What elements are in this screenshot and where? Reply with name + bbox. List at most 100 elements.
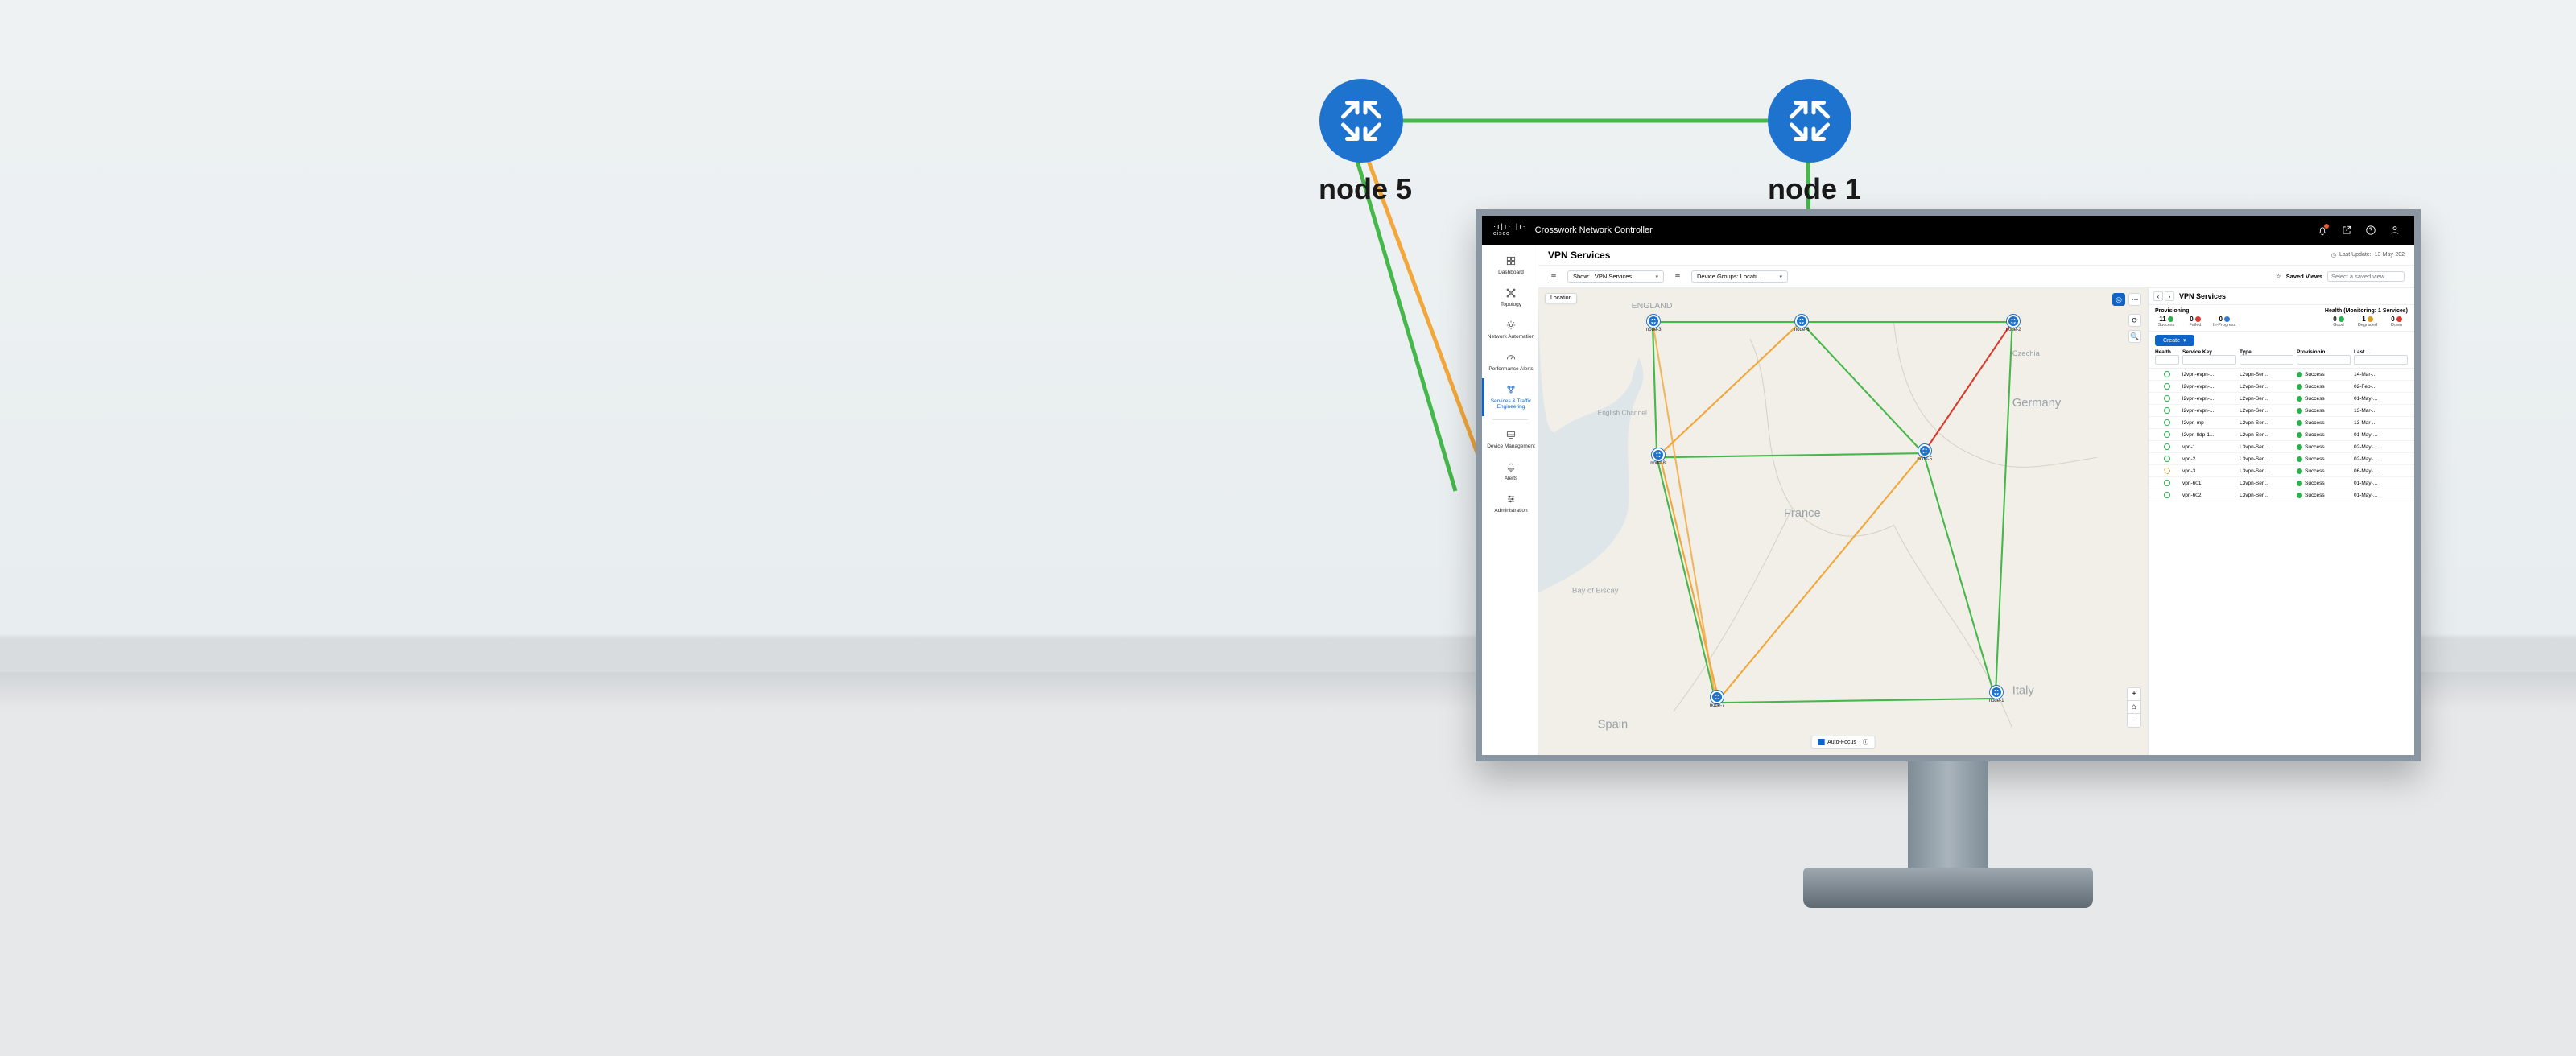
notifications-icon[interactable] xyxy=(2314,222,2330,238)
map-node-node-2[interactable]: node-2 xyxy=(2006,315,2021,332)
table-row[interactable]: l2vpn-evpn-...L2vpn-Ser...Success13-Mar-… xyxy=(2149,405,2414,417)
table-row[interactable]: l2vpn-mpL2vpn-Ser...Success13-Mar-... xyxy=(2149,417,2414,429)
chevron-down-icon xyxy=(1655,273,1658,280)
health-status-icon xyxy=(2164,468,2170,474)
table-filters xyxy=(2149,355,2414,369)
saved-views-input[interactable] xyxy=(2327,271,2405,282)
table-row[interactable]: l2vpn-evpn-...L2vpn-Ser...Success01-May-… xyxy=(2149,393,2414,405)
panel-expand-right-icon[interactable]: › xyxy=(2165,291,2174,301)
map-node-node-5[interactable]: node-5 xyxy=(1917,444,1932,462)
nav-alerts[interactable]: Alerts xyxy=(1482,456,1538,488)
table-row[interactable]: vpn-2L3vpn-Ser...Success02-May-... xyxy=(2149,453,2414,465)
left-nav-rail: Dashboard Topology Network Automation Pe… xyxy=(1482,245,1538,755)
show-select[interactable]: Show: VPN Services xyxy=(1567,270,1664,283)
table-row[interactable]: vpn-602L3vpn-Ser...Success01-May-... xyxy=(2149,489,2414,501)
table-row[interactable]: vpn-601L3vpn-Ser...Success01-May-... xyxy=(2149,477,2414,489)
create-button[interactable]: Create▾ xyxy=(2155,335,2194,346)
health-status-icon xyxy=(2164,407,2170,414)
brand-logo: ·ı|ı·ı|ı· cisco xyxy=(1493,223,1527,237)
nav-network-automation[interactable]: Network Automation xyxy=(1482,314,1538,346)
overlay-node-1-label: node 1 xyxy=(1768,172,1861,206)
filter-last[interactable] xyxy=(2354,355,2408,365)
router-icon xyxy=(1990,686,2003,699)
success-icon xyxy=(2297,493,2302,498)
filter-icon-2[interactable]: ☰ xyxy=(1672,271,1683,283)
chevron-down-icon: ▾ xyxy=(2183,337,2186,344)
help-icon[interactable] xyxy=(2363,222,2379,238)
table-row[interactable]: vpn-1L3vpn-Ser...Success02-May-... xyxy=(2149,441,2414,453)
dashboard-icon xyxy=(1505,254,1517,267)
toolbar: ☰ Show: VPN Services ☰ Device Groups: Lo… xyxy=(1538,266,2414,288)
map-node-node-7[interactable]: node-7 xyxy=(1710,691,1725,708)
map-node-node-3[interactable]: node-3 xyxy=(1646,315,1662,332)
filter-type[interactable] xyxy=(2240,355,2293,365)
health-status-icon xyxy=(2164,419,2170,426)
zoom-in-button[interactable]: + xyxy=(2128,688,2140,701)
table-row[interactable]: l2vpn-evpn-...L2vpn-Ser...Success02-Feb-… xyxy=(2149,381,2414,393)
svg-text:Czechia: Czechia xyxy=(2013,349,2041,358)
saved-views: ☆ Saved Views xyxy=(2276,271,2405,282)
nav-administration[interactable]: Administration xyxy=(1482,488,1538,520)
map-target-icon[interactable]: ◎ xyxy=(2112,293,2125,306)
router-icon xyxy=(1918,444,1931,457)
success-icon xyxy=(2297,456,2302,462)
health-status-icon xyxy=(2164,395,2170,402)
nav-performance-alerts[interactable]: Performance Alerts xyxy=(1482,346,1538,378)
table-row[interactable]: l2vpn-tldp-1...L2vpn-Ser...Success01-May… xyxy=(2149,429,2414,441)
automation-icon xyxy=(1505,319,1517,332)
app-screen: ·ı|ı·ı|ı· cisco Crosswork Network Contro… xyxy=(1482,216,2414,755)
open-external-icon[interactable] xyxy=(2339,222,2355,238)
nav-services-traffic-engineering[interactable]: Services & Traffic Engineering xyxy=(1482,378,1538,416)
health-status-icon xyxy=(2164,371,2170,377)
nav-dashboard[interactable]: Dashboard xyxy=(1482,250,1538,282)
panel-collapse-left-icon[interactable]: ‹ xyxy=(2153,291,2163,301)
table-body: l2vpn-evpn-...L2vpn-Ser...Success14-Mar-… xyxy=(2149,369,2414,501)
map-top-controls: ◎ ⋯ xyxy=(2112,293,2141,306)
success-icon xyxy=(2297,384,2302,390)
success-icon xyxy=(2297,408,2302,414)
map-refresh-icon[interactable]: ⟳ xyxy=(2128,314,2141,327)
table-row[interactable]: vpn-3L3vpn-Ser...Success06-May-... xyxy=(2149,465,2414,477)
router-icon xyxy=(1652,448,1665,461)
map-search-icon[interactable]: 🔍 xyxy=(2128,330,2141,343)
overlay-node-1 xyxy=(1768,79,1852,163)
overlay-node-5 xyxy=(1319,79,1403,163)
map-node-node-1[interactable]: node-1 xyxy=(1989,686,2004,703)
device-groups-select[interactable]: Device Groups: Locati ... xyxy=(1691,270,1788,283)
filter-health[interactable] xyxy=(2155,355,2179,365)
filter-icon[interactable]: ☰ xyxy=(1548,271,1559,283)
map-zoom: + ⌂ − xyxy=(2127,687,2141,728)
nav-topology[interactable]: Topology xyxy=(1482,282,1538,314)
health-status-icon xyxy=(2164,456,2170,462)
monitor-stand xyxy=(1908,761,1988,874)
health-status-icon xyxy=(2164,492,2170,498)
bookmark-icon: ☆ xyxy=(2276,273,2281,280)
router-icon xyxy=(1795,315,1808,328)
map-canvas: ENGLAND France Germany Spain Italy Bay o… xyxy=(1538,288,2148,755)
svg-text:Spain: Spain xyxy=(1598,719,1629,732)
nav-device-management[interactable]: Device Management xyxy=(1482,423,1538,456)
filter-service-key[interactable] xyxy=(2182,355,2236,365)
bell-icon xyxy=(1505,460,1517,473)
content-area: VPN Services ◷ Last Update: 13-May-202 ☰… xyxy=(1538,245,2414,755)
success-icon xyxy=(2297,396,2302,402)
user-icon[interactable] xyxy=(2387,222,2403,238)
router-icon xyxy=(2007,315,2020,328)
map-location-pill[interactable]: Location xyxy=(1545,293,1577,303)
map-autofocus-toggle[interactable]: Auto-Focus ⓘ xyxy=(1810,736,1876,749)
map-side-controls: ⟳ 🔍 xyxy=(2128,314,2141,343)
filter-provisioning[interactable] xyxy=(2297,355,2351,365)
page-header: VPN Services ◷ Last Update: 13-May-202 xyxy=(1538,245,2414,266)
map-node-node-6[interactable]: node-6 xyxy=(1794,315,1810,332)
map-node-node-8[interactable]: node-8 xyxy=(1650,448,1666,466)
map-settings-icon[interactable]: ⋯ xyxy=(2128,293,2141,306)
monitor-frame: ·ı|ı·ı|ı· cisco Crosswork Network Contro… xyxy=(1476,209,2421,761)
success-icon xyxy=(2297,468,2302,474)
product-title: Crosswork Network Controller xyxy=(1535,225,1653,235)
table-row[interactable]: l2vpn-evpn-...L2vpn-Ser...Success14-Mar-… xyxy=(2149,369,2414,381)
zoom-out-button[interactable]: − xyxy=(2128,714,2140,727)
overlay-node-5-label: node 5 xyxy=(1319,172,1412,206)
services-icon xyxy=(1505,383,1517,396)
zoom-home-button[interactable]: ⌂ xyxy=(2128,701,2140,714)
topology-map[interactable]: ENGLAND France Germany Spain Italy Bay o… xyxy=(1538,288,2149,755)
